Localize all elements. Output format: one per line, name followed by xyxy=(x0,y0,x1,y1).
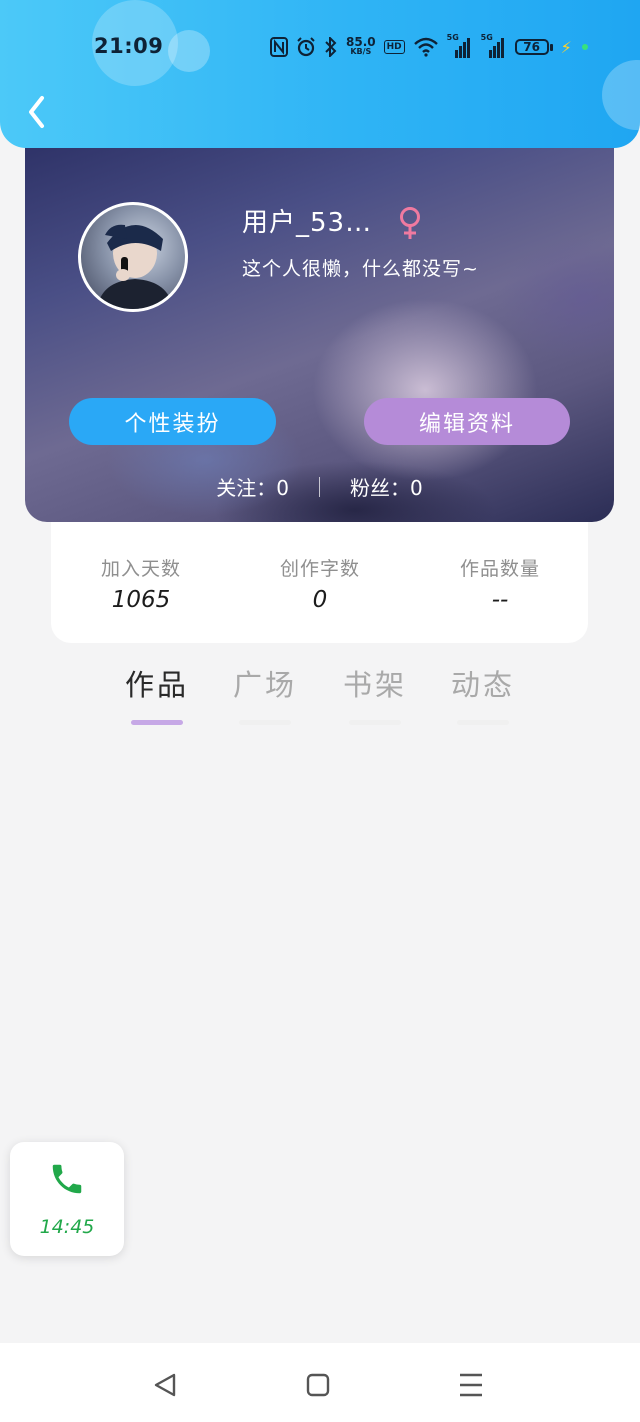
charging-icon: ⚡ xyxy=(560,37,572,57)
divider xyxy=(319,476,320,497)
tab-underline xyxy=(457,720,509,725)
stat-label: 作品数量 xyxy=(459,558,540,580)
tab-label: 广场 xyxy=(232,668,297,702)
female-icon xyxy=(397,206,423,240)
tab-works[interactable]: 作品 xyxy=(107,662,207,725)
chevron-left-icon xyxy=(29,96,44,128)
wifi-icon xyxy=(413,37,439,57)
net-speed-unit: KB/S xyxy=(350,47,372,56)
tab-bar: 作品 广场 书架 动态 xyxy=(0,662,640,725)
followers-count[interactable]: 粉丝：0 xyxy=(350,472,423,501)
indicator-dot xyxy=(581,44,588,50)
back-triangle-icon[interactable] xyxy=(146,1365,186,1405)
menu-icon[interactable] xyxy=(451,1365,491,1405)
tab-underline xyxy=(239,720,291,725)
tab-label: 书架 xyxy=(342,668,407,702)
back-button[interactable] xyxy=(20,92,60,132)
follow-stats: 关注：0 粉丝：0 xyxy=(25,472,614,501)
system-nav-bar xyxy=(0,1343,640,1422)
profile-card: 用户_53… 这个人很懒，什么都没写~ 个性装扮 编辑资料 关注：0 粉丝：0 xyxy=(25,120,614,522)
top-header: 21:09 85.0 KB/S HD 5G 5G 76 ⚡ xyxy=(0,0,640,148)
battery-level: 76 xyxy=(514,39,549,55)
alarm-icon xyxy=(296,37,316,57)
bluetooth-icon xyxy=(324,37,338,57)
tab-underline xyxy=(131,720,183,725)
net-speed: 85.0 KB/S xyxy=(346,35,376,56)
call-duration: 14:45 xyxy=(39,1216,95,1238)
call-floating-window[interactable]: 14:45 xyxy=(10,1142,124,1256)
username: 用户_53… xyxy=(242,208,373,238)
stat-label: 创作字数 xyxy=(279,558,360,580)
tab-activity[interactable]: 动态 xyxy=(433,662,533,725)
signal-label: 5G xyxy=(480,33,493,42)
stat-label: 加入天数 xyxy=(100,558,181,580)
decor-bubble xyxy=(168,30,210,72)
tab-label: 作品 xyxy=(124,668,189,702)
home-square-icon[interactable] xyxy=(298,1365,338,1405)
stat-value: -- xyxy=(491,587,509,613)
following-count[interactable]: 关注：0 xyxy=(216,472,289,501)
signal-icon: 5G xyxy=(480,33,507,58)
bio-text: 这个人很懒，什么都没写~ xyxy=(242,258,479,280)
signal-icon: 5G xyxy=(446,33,473,58)
tab-square[interactable]: 广场 xyxy=(215,662,315,725)
nfc-icon xyxy=(270,37,288,57)
decor-bubble xyxy=(602,60,640,130)
stat-value: 0 xyxy=(312,587,328,613)
edit-profile-button[interactable]: 编辑资料 xyxy=(364,398,570,445)
avatar-image xyxy=(97,224,173,309)
status-icons: 85.0 KB/S HD 5G 5G 76 ⚡ xyxy=(270,33,588,60)
tab-bookshelf[interactable]: 书架 xyxy=(325,662,425,725)
stat-word-count: 创作字数 0 xyxy=(240,554,400,613)
hd-badge: HD xyxy=(383,40,405,54)
stat-value: 1065 xyxy=(111,587,171,613)
status-time: 21:09 xyxy=(94,34,164,58)
dress-up-button[interactable]: 个性装扮 xyxy=(69,398,276,445)
net-speed-value: 85.0 xyxy=(346,35,376,49)
signal-label: 5G xyxy=(446,33,459,42)
tab-underline xyxy=(349,720,401,725)
avatar[interactable] xyxy=(78,202,188,312)
battery-icon: 76 xyxy=(514,39,553,55)
phone-icon xyxy=(48,1160,86,1198)
tab-label: 动态 xyxy=(450,668,515,702)
stat-works-count: 作品数量 -- xyxy=(420,554,580,613)
stat-join-days: 加入天数 1065 xyxy=(61,554,221,613)
